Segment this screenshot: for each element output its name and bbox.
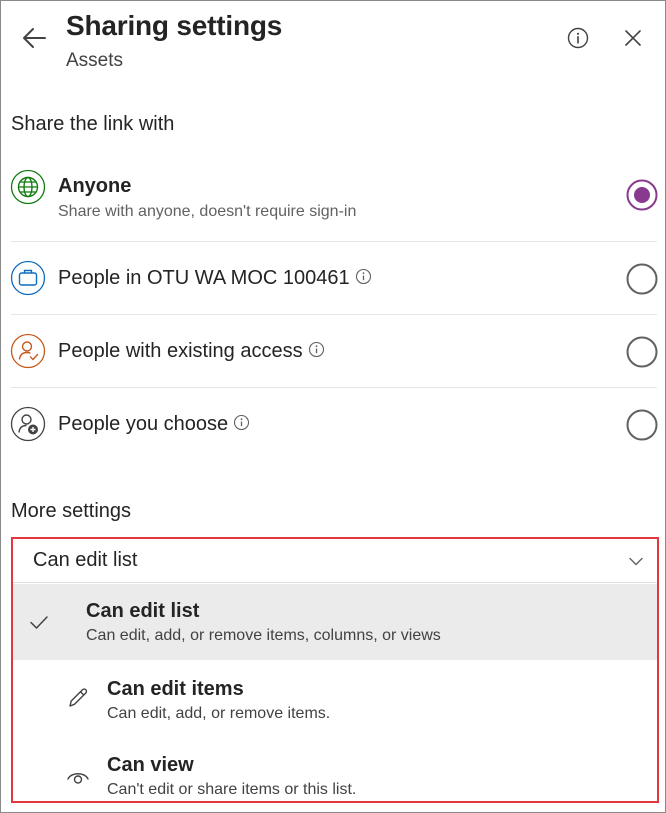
permission-option-description: Can edit, add, or remove items, columns,…: [86, 627, 441, 644]
info-icon[interactable]: [308, 341, 325, 358]
checkmark-icon: [30, 616, 48, 629]
permission-dropdown[interactable]: Can edit list: [13, 539, 657, 583]
share-option-description: Share with anyone, doesn't require sign-…: [58, 203, 357, 220]
back-arrow-icon: [23, 28, 46, 48]
share-option-existing-access[interactable]: People with existing access: [1, 315, 665, 387]
globe-icon: [10, 169, 46, 205]
permission-option-label: Can view: [107, 754, 194, 776]
permission-dropdown-value: Can edit list: [33, 549, 138, 571]
share-option-organization[interactable]: People in OTU WA MOC 100461: [1, 242, 665, 314]
info-icon[interactable]: [355, 268, 372, 285]
close-button[interactable]: [621, 26, 645, 50]
share-option-label: People in OTU WA MOC 100461: [58, 267, 372, 290]
permission-option-label: Can edit list: [86, 600, 200, 622]
briefcase-icon: [10, 260, 46, 296]
permission-option-description: Can't edit or share items or this list.: [107, 781, 357, 798]
share-option-label-text: People with existing access: [58, 340, 303, 362]
person-add-icon: [10, 406, 46, 442]
share-option-label: People you choose: [58, 413, 250, 436]
share-option-anyone[interactable]: Anyone Share with anyone, doesn't requir…: [1, 161, 665, 241]
permission-option-can-view[interactable]: Can view Can't edit or share items or th…: [13, 738, 657, 801]
share-option-label: Anyone: [58, 175, 132, 197]
pencil-icon: [69, 688, 88, 707]
more-settings-title: More settings: [11, 500, 132, 522]
back-button[interactable]: [19, 23, 49, 53]
share-section-title: Share the link with: [11, 113, 175, 135]
info-icon: [567, 27, 589, 49]
radio-selected[interactable]: [626, 179, 658, 211]
share-option-label: People with existing access: [58, 340, 325, 363]
page-subtitle: Assets: [66, 50, 124, 71]
radio-unselected[interactable]: [626, 263, 658, 295]
sharing-panel: Sharing settings Assets Share the link w…: [0, 0, 666, 813]
person-check-icon: [10, 333, 46, 369]
permission-option-description: Can edit, add, or remove items.: [107, 705, 331, 722]
radio-unselected[interactable]: [626, 336, 658, 368]
info-icon[interactable]: [233, 414, 250, 431]
permission-option-can-edit-items[interactable]: Can edit items Can edit, add, or remove …: [13, 661, 657, 737]
eye-icon: [67, 773, 89, 784]
share-option-people-you-choose[interactable]: People you choose: [1, 388, 665, 460]
page-title: Sharing settings: [66, 10, 283, 41]
chevron-down-icon: [629, 557, 643, 566]
close-icon: [625, 30, 641, 46]
share-option-label-text: People you choose: [58, 413, 229, 435]
permission-option-label: Can edit items: [107, 678, 244, 700]
info-button[interactable]: [566, 26, 590, 50]
radio-unselected[interactable]: [626, 409, 658, 441]
share-option-label-text: People in OTU WA MOC 100461: [58, 267, 350, 289]
permission-option-can-edit-list[interactable]: Can edit list Can edit, add, or remove i…: [13, 584, 657, 660]
